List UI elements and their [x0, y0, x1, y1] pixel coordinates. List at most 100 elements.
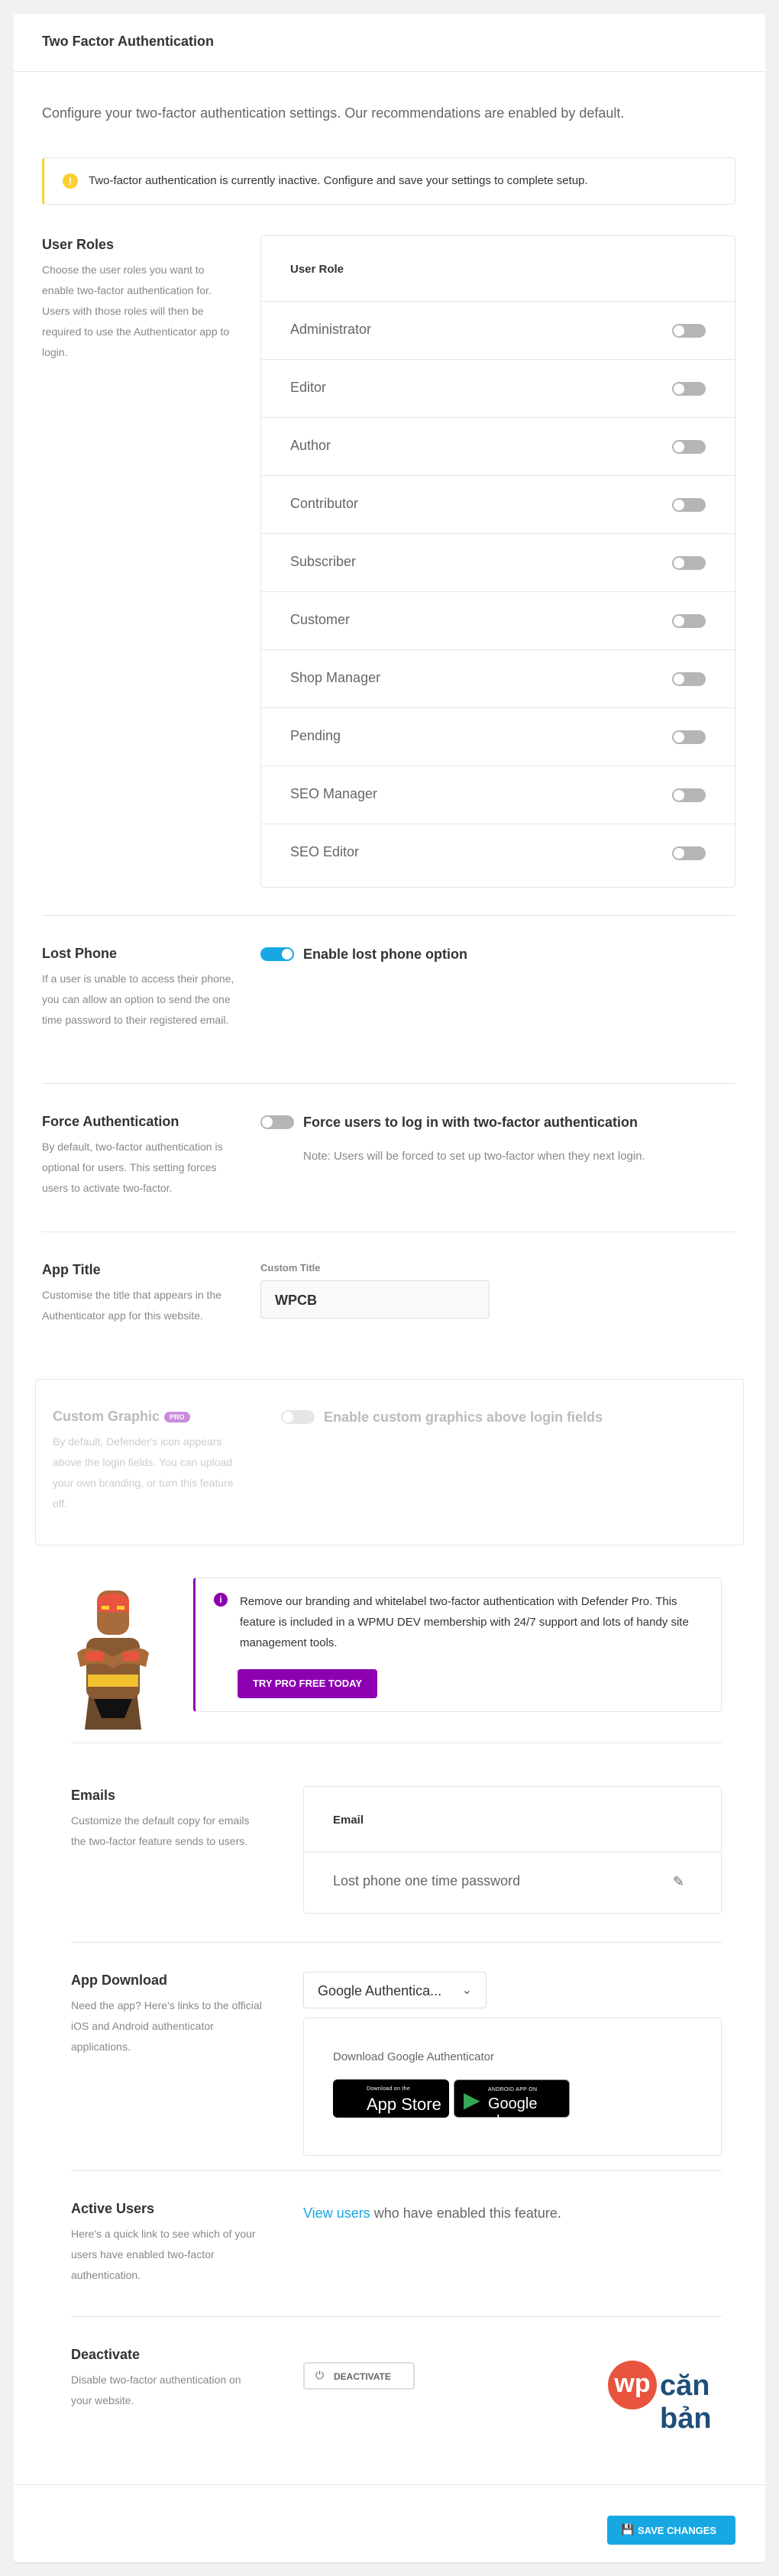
user-role-name: SEO Manager — [290, 786, 378, 801]
custom-graphic-title: Custom Graphic PRO — [53, 1409, 190, 1425]
deactivate-title: Deactivate — [71, 2347, 141, 2362]
app-store-big-text: App Store — [367, 2095, 441, 2114]
selected-app-value: Google Authentica... — [318, 1983, 442, 1998]
user-role-name: Administrator — [290, 322, 372, 337]
user-role-toggle[interactable] — [672, 498, 706, 512]
card-header: Two Factor Authentication — [14, 14, 765, 72]
active-users-description: Here's a quick link to see which of your… — [71, 2228, 256, 2281]
app-download-description: Need the app? Here's links to the offici… — [71, 1999, 262, 2053]
force-auth-title: Force Authentication — [42, 1114, 179, 1129]
wpcanban-watermark-logo: wp căn bản — [608, 2361, 750, 2435]
user-role-toggle[interactable] — [672, 672, 706, 686]
divider — [71, 2170, 722, 2171]
power-icon: ⏻ — [315, 2369, 325, 2381]
user-roles-description: Choose the user roles you want to enable… — [42, 264, 230, 358]
app-title-description: Customise the title that appears in the … — [42, 1289, 222, 1322]
force-auth-toggle[interactable] — [260, 1115, 294, 1129]
active-users-trailing-text: who have enabled this feature. — [370, 2205, 561, 2221]
user-role-row: Customer — [261, 592, 735, 650]
force-auth-note: Note: Users will be forced to set up two… — [303, 1150, 645, 1163]
user-role-row: Author — [261, 418, 735, 476]
user-role-toggle[interactable] — [672, 730, 706, 744]
user-role-toggle[interactable] — [672, 846, 706, 860]
lost-phone-toggle[interactable] — [260, 947, 294, 961]
google-play-badge[interactable]: ▶ ANDROID APP ON Google play — [454, 2079, 570, 2130]
lost-phone-toggle-label: Enable lost phone option — [303, 947, 467, 962]
column-header-user-role: User Role — [290, 263, 344, 276]
notice-text: Two-factor authentication is currently i… — [89, 174, 588, 187]
deactivate-description: Disable two-factor authentication on you… — [71, 2374, 241, 2406]
user-role-name: Subscriber — [290, 554, 357, 569]
watermark-text: căn bản — [660, 2370, 712, 2435]
view-users-link[interactable]: View users — [303, 2205, 370, 2221]
user-roles-table-header: User Role — [261, 236, 735, 302]
intro-text: Configure your two-factor authentication… — [42, 105, 625, 121]
emails-table-header: Email — [304, 1787, 721, 1853]
user-role-toggle[interactable] — [672, 788, 706, 802]
emails-description: Customize the default copy for emails th… — [71, 1814, 250, 1847]
divider — [42, 1083, 735, 1084]
lost-phone-description: If a user is unable to access their phon… — [42, 972, 234, 1026]
user-roles-table: User Role Administrator Editor Author Contr… — [260, 235, 735, 888]
user-role-row: Pending — [261, 708, 735, 766]
page-title: Two Factor Authentication — [42, 34, 214, 49]
watermark-circle: wp — [608, 2361, 657, 2409]
user-role-row: Contributor — [261, 476, 735, 534]
user-role-name: Shop Manager — [290, 670, 381, 685]
pro-tag: PRO — [164, 1412, 190, 1423]
download-title: Download Google Authenticator — [333, 2050, 494, 2063]
user-role-row: SEO Editor — [261, 824, 735, 882]
pro-upsell-notice: i Remove our branding and whitelabel two… — [193, 1578, 722, 1712]
defender-mascot-image — [63, 1577, 163, 1730]
warning-icon: ! — [63, 173, 78, 189]
user-role-row: Shop Manager — [261, 650, 735, 708]
app-download-title: App Download — [71, 1972, 167, 1988]
user-role-name: SEO Editor — [290, 844, 360, 859]
save-changes-button[interactable]: 💾 SAVE CHANGES — [607, 2516, 735, 2545]
active-users-title: Active Users — [71, 2201, 155, 2216]
custom-graphic-title-text: Custom Graphic — [53, 1409, 160, 1424]
emails-title: Emails — [71, 1788, 116, 1803]
settings-card: Two Factor Authentication Configure your… — [14, 14, 765, 2562]
custom-graphic-section: Custom Graphic PRO By default, Defender's… — [35, 1379, 744, 1545]
active-users-text: View users who have enabled this feature… — [303, 2205, 561, 2222]
user-roles-title: User Roles — [42, 237, 115, 252]
google-play-big-text: Google play — [488, 2095, 538, 2130]
authenticator-app-select[interactable]: Google Authentica... ⌄ — [303, 1972, 486, 2008]
google-play-small-text: ANDROID APP ON — [488, 2087, 538, 2092]
download-links-box: Download Google Authenticator Download o… — [303, 2018, 722, 2156]
user-role-toggle[interactable] — [672, 382, 706, 396]
email-row-lost-phone: Lost phone one time password — [333, 1873, 521, 1888]
user-role-name: Editor — [290, 380, 327, 395]
inactive-notice: ! Two-factor authentication is currently… — [42, 157, 735, 205]
user-role-toggle[interactable] — [672, 324, 706, 338]
try-pro-button[interactable]: TRY PRO FREE TODAY — [238, 1669, 377, 1698]
column-header-email: Email — [333, 1814, 364, 1827]
deactivate-button-label: DEACTIVATE — [334, 2371, 391, 2382]
save-changes-label: SAVE CHANGES — [638, 2525, 717, 2536]
upsell-text: Remove our branding and whitelabel two-f… — [240, 1595, 689, 1649]
user-role-name: Contributor — [290, 496, 359, 511]
custom-title-label: Custom Title — [260, 1262, 321, 1273]
edit-pencil-icon[interactable]: ✎ — [673, 1874, 684, 1890]
divider — [42, 915, 735, 916]
user-role-toggle[interactable] — [672, 440, 706, 454]
emails-table: Email Lost phone one time password ✎ — [303, 1786, 722, 1914]
force-auth-toggle-label: Force users to log in with two-factor au… — [303, 1115, 638, 1130]
chevron-down-icon: ⌄ — [461, 1984, 472, 1997]
save-disk-icon: 💾 — [621, 2523, 635, 2536]
app-title-title: App Title — [42, 1262, 101, 1277]
custom-graphic-toggle-label: Enable custom graphics above login field… — [324, 1409, 603, 1425]
divider — [42, 1231, 735, 1232]
card-footer: 💾 SAVE CHANGES — [14, 2484, 765, 2562]
deactivate-button[interactable]: ⏻ DEACTIVATE — [303, 2362, 415, 2390]
user-role-toggle[interactable] — [672, 556, 706, 570]
custom-graphic-toggle — [281, 1410, 315, 1424]
google-play-icon: ▶ — [464, 2088, 480, 2112]
app-store-badge[interactable]: Download on the App Store — [333, 2079, 449, 2118]
custom-title-input[interactable]: WPCB — [260, 1280, 490, 1319]
user-role-toggle[interactable] — [672, 614, 706, 628]
user-role-row: Subscriber — [261, 534, 735, 592]
custom-graphic-description: By default, Defender's icon appears abov… — [53, 1435, 234, 1510]
user-role-name: Pending — [290, 728, 341, 743]
